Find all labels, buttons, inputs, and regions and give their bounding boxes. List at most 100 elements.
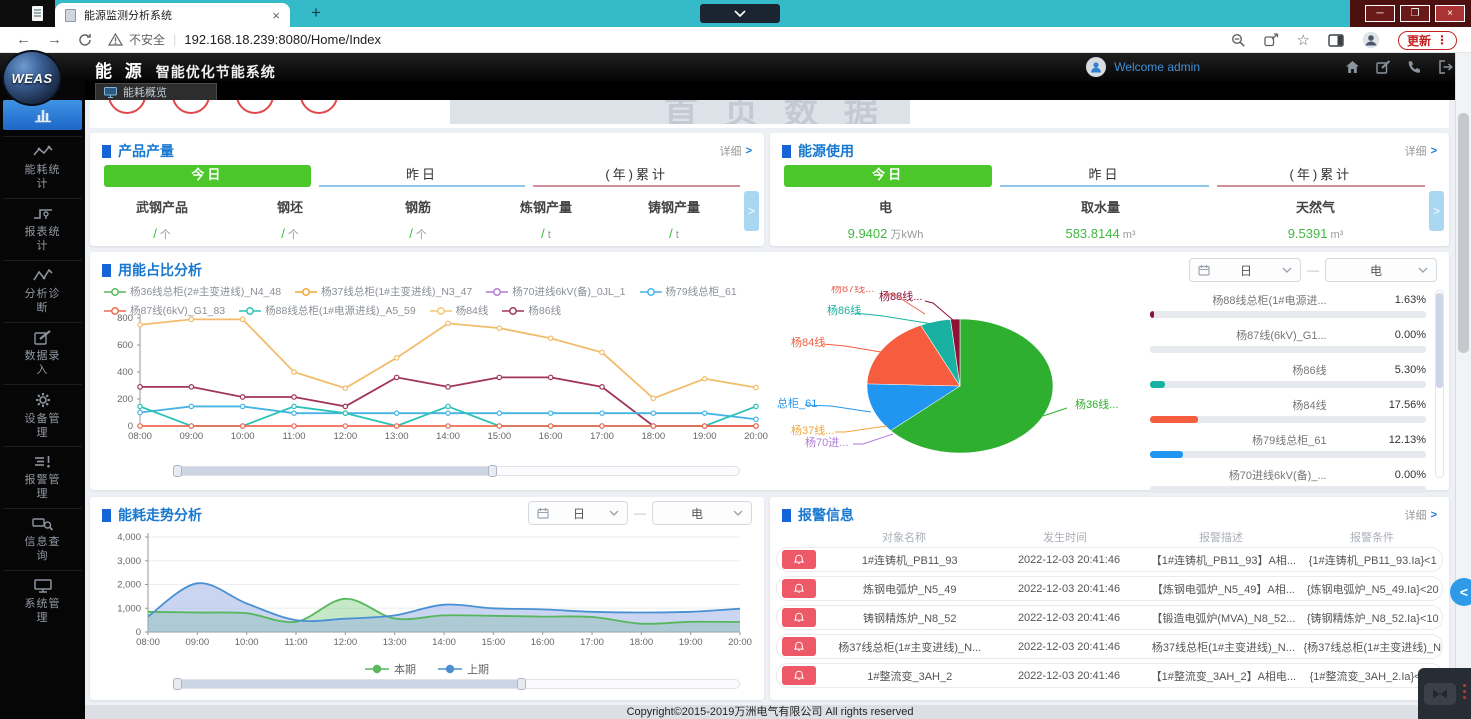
area-chart[interactable]: 01,0002,0003,0004,00008:0009:0010:0011:0… (100, 529, 755, 659)
alarm-row[interactable]: 1#整流变_3AH_22022-12-03 20:41:46【1#整流变_3AH… (776, 663, 1443, 688)
alarm-time: 2022-12-03 20:41:46 (995, 670, 1143, 682)
reload-icon[interactable] (78, 33, 92, 47)
detail-link[interactable]: 详细 > (1405, 143, 1437, 159)
security-label[interactable]: 不安全 (129, 31, 165, 48)
tab-today[interactable]: 今日 (104, 165, 311, 187)
forward-icon[interactable]: → (47, 32, 62, 47)
collapse-panel-button[interactable]: < (1450, 578, 1471, 606)
video-overlay[interactable] (1418, 668, 1471, 719)
browser-tab[interactable]: 能源监测分析系统 × (55, 3, 290, 27)
zoom-icon[interactable] (1231, 33, 1246, 48)
sidebar-item-device-mgmt[interactable]: 设备管理 (3, 384, 82, 444)
ranking-name: 杨84线 (1150, 397, 1327, 413)
panel-title: 报警信息 (798, 505, 854, 525)
page-scrollbar[interactable] (1455, 53, 1471, 719)
sidebar-item-report-stats[interactable]: 报表统计 (3, 198, 82, 258)
tab-energy-overview[interactable]: 能耗概览 (95, 83, 217, 100)
tab-yesterday[interactable]: 昨日 (319, 165, 526, 187)
title-bullet (782, 145, 791, 158)
alarm-row[interactable]: 杨37线总柜(1#主变进线)_N...2022-12-03 20:41:46杨3… (776, 634, 1443, 659)
alarm-row[interactable]: 炼钢电弧炉_N5_492022-12-03 20:41:46【炼钢电弧炉_N5_… (776, 576, 1443, 601)
media-dropdown-button[interactable] (700, 4, 780, 23)
alarm-row[interactable]: 1#连铸机_PB11_932022-12-03 20:41:46【1#连铸机_P… (776, 547, 1443, 572)
sidebar-item-label: 设备管理 (21, 412, 65, 440)
title-bullet (102, 264, 111, 277)
share-icon[interactable] (1264, 33, 1279, 47)
scrollbar-thumb[interactable] (1458, 113, 1469, 353)
sidebar-item-alarm-mgmt[interactable]: 报警管理 (3, 446, 82, 506)
datazoom-handle[interactable] (488, 465, 497, 477)
legend-item[interactable]: 杨37线总柜(1#主变进线)_N3_47 (295, 284, 472, 299)
energy-type-select[interactable]: 电 (1325, 258, 1437, 282)
sidebar-item-dashboard[interactable] (3, 100, 82, 130)
alarm-row[interactable]: 铸钢精炼炉_N8_522022-12-03 20:41:46【锻造电弧炉(MVA… (776, 605, 1443, 630)
ranking-name: 杨86线 (1150, 362, 1327, 378)
dashboard-icon (33, 107, 53, 123)
datazoom-fill[interactable] (176, 680, 525, 688)
detail-link[interactable]: 详细 > (720, 143, 752, 159)
svg-text:3,000: 3,000 (117, 556, 141, 567)
back-icon[interactable]: ← (16, 32, 31, 47)
ranking-row: 杨87线(6kV)_G1...0.00% (1150, 327, 1426, 353)
minimize-button[interactable]: ─ (1365, 5, 1395, 22)
update-button[interactable]: 更新 ⋮ (1398, 31, 1457, 50)
legend-item[interactable]: 上期 (438, 661, 489, 677)
url-text[interactable]: 192.168.18.239:8080/Home/Index (184, 32, 381, 47)
trend-filters: 日 — 电 (528, 501, 752, 525)
metric-unit: 个 (160, 229, 171, 241)
home-icon[interactable] (1345, 60, 1360, 74)
datazoom-slider[interactable] (175, 679, 740, 689)
legend-item[interactable]: 本期 (365, 661, 416, 677)
tab-today[interactable]: 今日 (784, 165, 992, 187)
profile-avatar-icon[interactable] (1362, 31, 1380, 49)
alarm-description: 【1#整流变_3AH_2】A相电... (1143, 668, 1303, 684)
new-tab-button[interactable]: + (305, 2, 327, 24)
sidebar-item-system-mgmt[interactable]: 系统管理 (3, 570, 82, 630)
tab-year-total[interactable]: (年)累计 (1217, 165, 1425, 187)
maximize-button[interactable]: ❐ (1400, 5, 1430, 22)
sidepanel-icon[interactable] (1328, 34, 1344, 47)
tab-year-total[interactable]: (年)累计 (533, 165, 740, 187)
video-icon[interactable] (1424, 683, 1456, 705)
menu-dots-icon[interactable]: ⋮ (1436, 33, 1448, 47)
avatar[interactable] (1086, 57, 1106, 77)
sidebar-item-analysis[interactable]: 分析诊断 (3, 260, 82, 320)
sidebar-item-data-entry[interactable]: 数据录入 (3, 322, 82, 382)
period-select[interactable]: 日 (528, 501, 628, 525)
legend-item[interactable]: 杨36线总柜(2#主变进线)_N4_48 (104, 284, 281, 299)
datazoom-handle[interactable] (517, 678, 526, 690)
scrollbar-thumb[interactable] (1436, 293, 1443, 388)
sidebar-item-energy-stats[interactable]: 能耗统计 (3, 136, 82, 196)
sidebar-item-info-query[interactable]: 信息查询 (3, 508, 82, 568)
line-chart[interactable]: 020040060080008:0009:0010:0011:0012:0013… (100, 312, 770, 458)
metric-name: 天然气 (1208, 197, 1423, 216)
browser-tabbar: 能源监测分析系统 × + ─ ❐ × (0, 0, 1471, 27)
phone-icon[interactable] (1407, 60, 1422, 74)
pager-next-button[interactable]: > (744, 191, 759, 231)
datazoom-handle[interactable] (173, 465, 182, 477)
legend-item[interactable]: 杨79线总柜_61 (640, 284, 737, 299)
tab-close-icon[interactable]: × (272, 9, 280, 22)
datazoom-handle[interactable] (173, 678, 182, 690)
edit-icon[interactable] (1376, 60, 1391, 74)
logout-icon[interactable] (1438, 60, 1453, 74)
ranking-row: 杨88线总柜(1#电源进...1.63% (1150, 292, 1426, 318)
energy-type-select[interactable]: 电 (652, 501, 752, 525)
close-button[interactable]: × (1435, 5, 1465, 22)
svg-text:10:00: 10:00 (235, 637, 259, 648)
tab-yesterday[interactable]: 昨日 (1000, 165, 1208, 187)
ranking-scrollbar[interactable] (1435, 290, 1444, 478)
pager-next-button[interactable]: > (1429, 191, 1444, 231)
period-select[interactable]: 日 (1189, 258, 1301, 282)
detail-link[interactable]: 详细 > (1405, 507, 1437, 523)
metric-name: 武钢产品 (98, 197, 226, 216)
watermark-text: 首页数据 (664, 100, 904, 124)
pie-chart[interactable]: 杨36线...总柜_61杨84线杨86线杨88线...杨37线...杨70进..… (775, 286, 1140, 486)
legend-item[interactable]: 杨70进线6kV(备)_0JL_1 (486, 284, 625, 299)
svg-text:总柜_61: 总柜_61 (777, 396, 817, 410)
menu-dots-icon[interactable] (1463, 684, 1467, 702)
datazoom-slider[interactable] (175, 466, 740, 476)
alarm-condition: {铸钢精炼炉_N8_52.Ia}<10 (1304, 610, 1443, 626)
bookmark-star-icon[interactable]: ☆ (1297, 31, 1310, 49)
datazoom-fill[interactable] (176, 467, 497, 475)
